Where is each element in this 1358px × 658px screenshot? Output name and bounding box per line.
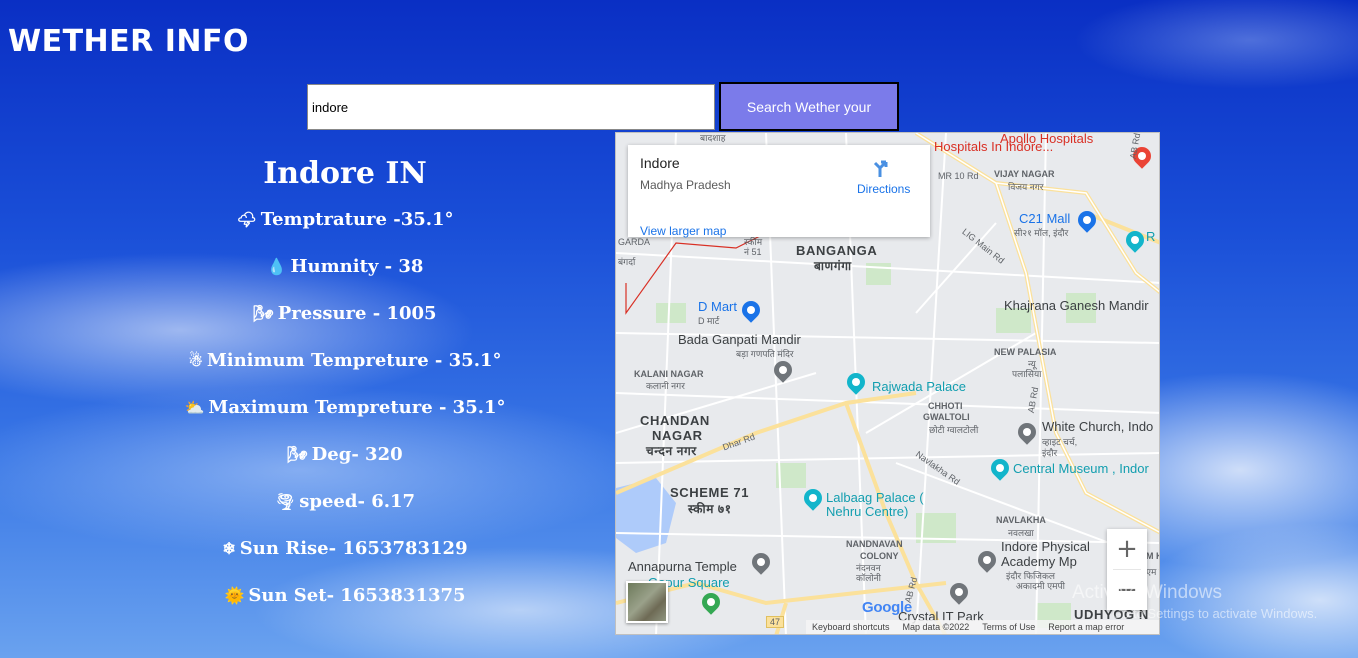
map-label-rajwada: Rajwada Palace xyxy=(872,379,966,394)
pressure-row: 🌬 Pressure - 1005 xyxy=(150,305,540,352)
map-label-white-church-hi2: इंदौर xyxy=(1042,448,1058,458)
temperature-row: 🌩 Temptrature -35.1° xyxy=(150,211,540,258)
map-label-colony: COLONY xyxy=(860,551,899,561)
zoom-in-button[interactable]: + xyxy=(1107,529,1147,569)
min-temp-text: Minimum Tempreture - 35.1° xyxy=(206,350,502,371)
map-data-text: Map data ©2022 xyxy=(902,622,970,632)
sunrise-row: ❄ Sun Rise- 1653783129 xyxy=(150,540,540,587)
app-title: WETHER INFO xyxy=(8,24,249,59)
map-label-bada-ganpati: Bada Ganpati Mandir xyxy=(678,332,801,347)
weather-panel: Indore IN 🌩 Temptrature -35.1° 💧 Humnity -… xyxy=(150,150,540,634)
place-info-card: Indore Madhya Pradesh Directions View la… xyxy=(628,145,930,238)
map-label-banganga: BANGANGA xyxy=(796,243,878,258)
google-map-embed[interactable]: BANGANGA बाणगंगा स्कीम नं 51 बादशाह GARD… xyxy=(615,132,1160,635)
sunset-row: 🌞 Sun Set- 1653831375 xyxy=(150,587,540,634)
map-label-lalbaag: Lalbaag Palace ( xyxy=(826,490,924,505)
max-temp-text: Maximum Tempreture - 35.1° xyxy=(208,397,506,418)
map-label-apollo2: Hospitals In Indore... xyxy=(934,139,1054,154)
wind-icon: 🌬 xyxy=(287,445,308,464)
city-name: Indore IN xyxy=(263,156,427,191)
wind-speed-text: speed- 6.17 xyxy=(299,491,416,512)
map-label-garda: GARDA xyxy=(618,237,651,247)
sunset-text: Sun Set- 1653831375 xyxy=(248,585,466,606)
map-label-chhoti-hi: छोटी ग्वालटोली xyxy=(929,425,979,435)
map-label-scheme51b: नं 51 xyxy=(744,247,762,257)
wind-speed-row: 🌪 speed- 6.17 xyxy=(150,493,540,540)
map-label-indore-physical-hi2: अकादमी एमपी xyxy=(1016,581,1065,591)
keyboard-shortcuts-link[interactable]: Keyboard shortcuts xyxy=(812,622,890,633)
map-label-lalbaag2: Nehru Centre) xyxy=(826,504,909,519)
map-label-mk-hi: एम के xyxy=(1146,567,1159,577)
sun-rise-icon: ❄ xyxy=(222,539,236,558)
snowman-icon: ☃ xyxy=(188,351,203,370)
watermark-line1: Activate Windows xyxy=(1072,582,1222,603)
map-label-kalani-nagar-hi: कलानी नगर xyxy=(646,381,685,391)
map-label-navlakha: NAVLAKHA xyxy=(996,515,1046,525)
map-label-chandan: CHANDAN xyxy=(640,413,710,428)
map-label-kalani-nagar: KALANI NAGAR xyxy=(634,369,704,379)
map-label-c21: C21 Mall xyxy=(1019,211,1071,226)
humidity-row: 💧 Humnity - 38 xyxy=(150,258,540,305)
cloud-icon: ⛅ xyxy=(184,398,205,417)
map-label-mr10: MR 10 Rd xyxy=(938,171,979,181)
map-label-white-church: White Church, Indo xyxy=(1042,419,1154,434)
place-title: Indore xyxy=(640,155,680,171)
satellite-toggle[interactable] xyxy=(626,581,668,623)
map-label-gwaltoli: GWALTOLI xyxy=(923,412,970,422)
wind-face-icon: 🌬 xyxy=(253,304,274,323)
city-search-input[interactable] xyxy=(307,84,715,130)
map-label-nandanvan: NANDNAVAN xyxy=(846,539,903,549)
map-label-navlakha-hi: नवलखा xyxy=(1008,528,1034,538)
map-label-badshah: बादशाह xyxy=(700,133,726,143)
map-label-central-museum: Central Museum , Indor xyxy=(1013,461,1149,476)
map-label-scheme71: SCHEME 71 xyxy=(670,485,750,500)
map-label-dmart-hi: D मार्ट xyxy=(698,316,720,326)
map-label-chandan-hi: चन्दन नगर xyxy=(646,444,697,458)
map-label-academy: Academy Mp xyxy=(1001,554,1077,569)
map-label-indore-physical: Indore Physical xyxy=(1001,539,1090,554)
search-weather-button[interactable]: Search Wether your xyxy=(719,82,899,131)
map-label-khajrana: Khajrana Ganesh Mandir xyxy=(1004,298,1149,313)
droplet-icon: 💧 xyxy=(266,257,287,276)
map-label-colony-hi: कॉलोनी xyxy=(856,573,882,583)
map-label-nagar: NAGAR xyxy=(652,428,703,443)
pressure-text: Pressure - 1005 xyxy=(277,303,437,324)
map-label-vijay-nagar-hi: विजय नगर xyxy=(1008,182,1044,192)
wind-deg-row: 🌬 Deg- 320 xyxy=(150,446,540,493)
map-attribution: Keyboard shortcuts Map data ©2022 Terms … xyxy=(806,620,1159,634)
google-logo-text: Google xyxy=(862,599,912,616)
sunrise-text: Sun Rise- 1653783129 xyxy=(239,538,468,559)
temperature-text: Temptrature -35.1° xyxy=(260,209,454,230)
map-label-banganga-hi: बाणगंगा xyxy=(814,259,852,273)
place-subtitle: Madhya Pradesh xyxy=(640,178,731,192)
report-map-error-link[interactable]: Report a map error xyxy=(1048,622,1124,633)
storm-icon: 🌩 xyxy=(236,210,257,229)
map-label-chhoti: CHHOTI xyxy=(928,401,963,411)
humidity-text: Humnity - 38 xyxy=(290,256,424,277)
map-label-vijay-nagar: VIJAY NAGAR xyxy=(994,169,1055,179)
watermark-line2: Go to Settings to activate Windows. xyxy=(1112,606,1318,621)
directions-link[interactable]: Directions xyxy=(857,182,910,196)
wind-deg-text: Deg- 320 xyxy=(311,444,403,465)
min-temp-row: ☃ Minimum Tempreture - 35.1° xyxy=(150,352,540,399)
max-temp-row: ⛅ Maximum Tempreture - 35.1° xyxy=(150,399,540,446)
google-logo: Google xyxy=(862,599,912,616)
windows-activation-watermark: Activate Windows Go to Settings to activ… xyxy=(1072,582,1317,621)
map-label-scheme71-hi: स्कीम ७१ xyxy=(688,502,732,516)
terms-of-use-link[interactable]: Terms of Use xyxy=(982,622,1035,633)
map-label-new-palasia: NEW PALASIA xyxy=(994,347,1057,357)
map-label-nh47: 47 xyxy=(766,616,785,628)
map-label-c21-hi: सी२१ मॉल, इंदौर xyxy=(1014,228,1069,238)
map-label-r: R xyxy=(1146,229,1156,244)
view-larger-map-link[interactable]: View larger map xyxy=(640,224,726,238)
map-label-new-palasia-hi2: पलासिया xyxy=(1012,369,1042,379)
tornado-icon: 🌪 xyxy=(274,492,296,511)
map-label-bada-ganpati-hi: बड़ा गणपति मंदिर xyxy=(736,349,794,359)
map-label-garda-hi: बंगर्दा xyxy=(618,257,636,267)
map-label-dmart: D Mart xyxy=(698,299,737,314)
sun-face-icon: 🌞 xyxy=(224,586,245,605)
map-label-mk: M K xyxy=(1146,551,1159,561)
map-label-annapurna: Annapurna Temple xyxy=(628,559,737,574)
